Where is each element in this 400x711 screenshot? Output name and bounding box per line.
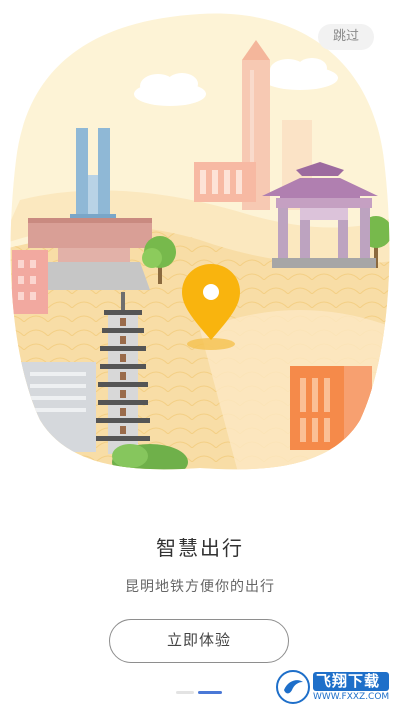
try-now-button[interactable]: 立即体验 xyxy=(109,619,289,663)
page-title: 智慧出行 xyxy=(156,536,244,560)
building-icon xyxy=(290,366,372,450)
bush-icon xyxy=(112,444,188,470)
city-illustration xyxy=(10,13,390,470)
bird-logo-icon xyxy=(276,670,310,704)
watermark: 飞翔下载 WWW.FXXZ.COM xyxy=(276,668,394,706)
page-dot-active xyxy=(198,691,222,694)
illustration-scene xyxy=(10,13,390,470)
watermark-url: WWW.FXXZ.COM xyxy=(313,691,390,702)
page-indicator xyxy=(176,691,222,695)
cloud-icon xyxy=(134,73,206,106)
onboarding-screen: 跳过 智慧出行 昆明地铁方便你的出行 立即体验 飞翔下载 WWW.FXXZ.CO… xyxy=(0,0,400,711)
skip-button[interactable]: 跳过 xyxy=(318,24,374,50)
page-dot xyxy=(176,691,194,694)
watermark-brand: 飞翔下载 xyxy=(313,671,390,691)
page-subtitle: 昆明地铁方便你的出行 xyxy=(125,579,275,595)
